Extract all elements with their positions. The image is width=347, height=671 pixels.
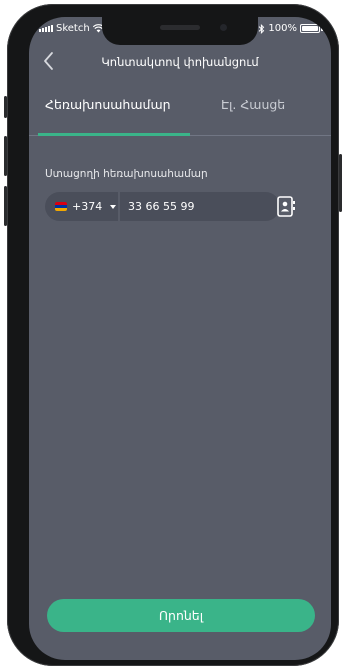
battery-percent: 100% (268, 23, 297, 34)
speaker (160, 25, 200, 30)
app-screen: Sketch 100% Կոնտակտով փոխանցում Հեռախոսա… (29, 17, 331, 660)
search-button[interactable]: Որոնել (47, 599, 315, 632)
mute-switch (4, 96, 7, 118)
country-code-select[interactable]: +374 (45, 192, 118, 221)
power-button (339, 154, 342, 212)
active-tab-indicator (38, 133, 190, 136)
country-code-value: +374 (72, 200, 103, 213)
status-bar-right: 100% (258, 23, 323, 34)
page-title: Կոնտակտով փոխանցում (101, 55, 259, 69)
phone-number-input[interactable] (120, 192, 280, 221)
bluetooth-icon (259, 23, 265, 34)
front-camera (220, 24, 227, 31)
tab-bar: Հեռախոսահամար Էլ. Հասցե (29, 97, 331, 137)
tab-phone-number[interactable]: Հեռախոսահամար (45, 97, 171, 112)
notch (102, 17, 258, 45)
volume-up-button (4, 136, 7, 176)
contact-book-icon[interactable] (275, 195, 297, 219)
chevron-down-icon (110, 204, 117, 209)
recipient-phone-label: Ստացողի հեռախոսահամար (45, 168, 208, 180)
armenia-flag-icon (55, 202, 67, 211)
status-bar-left: Sketch (39, 23, 104, 34)
carrier-name: Sketch (56, 23, 90, 34)
signal-icon (39, 25, 53, 32)
battery-icon (300, 24, 320, 33)
chevron-left-icon[interactable] (37, 49, 61, 73)
battery-tip (321, 26, 323, 31)
volume-down-button (4, 186, 7, 226)
nav-bar: Կոնտակտով փոխանցում (29, 45, 331, 79)
tab-email[interactable]: Էլ. Հասցե (221, 97, 285, 112)
phone-frame: Sketch 100% Կոնտակտով փոխանցում Հեռախոսա… (4, 4, 342, 666)
